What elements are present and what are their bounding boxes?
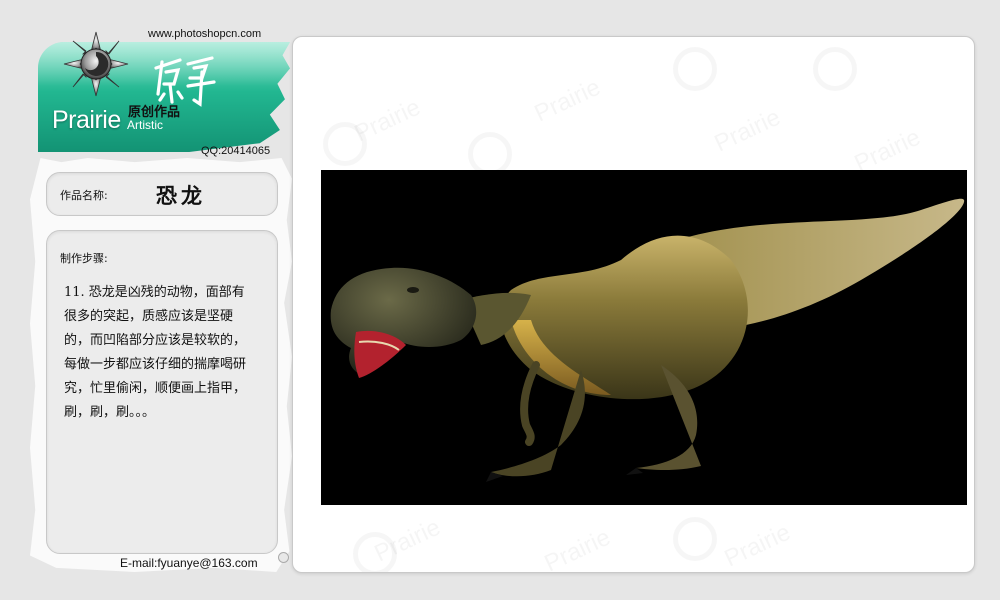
corner-dot-icon (278, 552, 289, 563)
dinosaur-artwork (321, 170, 967, 505)
watermark-sun-icon (673, 517, 717, 561)
tyrannosaurus-illustration-icon (330, 198, 965, 482)
email-contact[interactable]: E-mail:fyuanye@163.com (120, 556, 258, 570)
steps-text: 11. 恐龙是凶残的动物，面部有很多的突起，质感应该是坚硬的，而凹陷部分应该是较… (64, 285, 247, 420)
steps-label: 制作步骤: (60, 252, 108, 265)
watermark-sun-icon (353, 532, 397, 572)
watermark-sun-icon (673, 47, 717, 91)
sun-emblem-icon (63, 31, 129, 97)
watermark-text: Prairie (720, 519, 795, 572)
work-title-label: 作品名称: (60, 189, 108, 202)
qq-contact: QQ:20414065 (201, 145, 271, 157)
watermark-sun-icon (813, 47, 857, 91)
brand-subtitle: Artistic (127, 118, 163, 132)
work-title-value: 恐龙 (156, 184, 206, 208)
watermark-sun-icon (323, 122, 367, 166)
watermark-text: Prairie (540, 524, 615, 572)
site-url[interactable]: www.photoshopcn.com (148, 28, 261, 40)
watermark-text: Prairie (530, 74, 605, 129)
brand-name: Prairie (52, 106, 121, 134)
watermark-text: Prairie (710, 104, 785, 159)
